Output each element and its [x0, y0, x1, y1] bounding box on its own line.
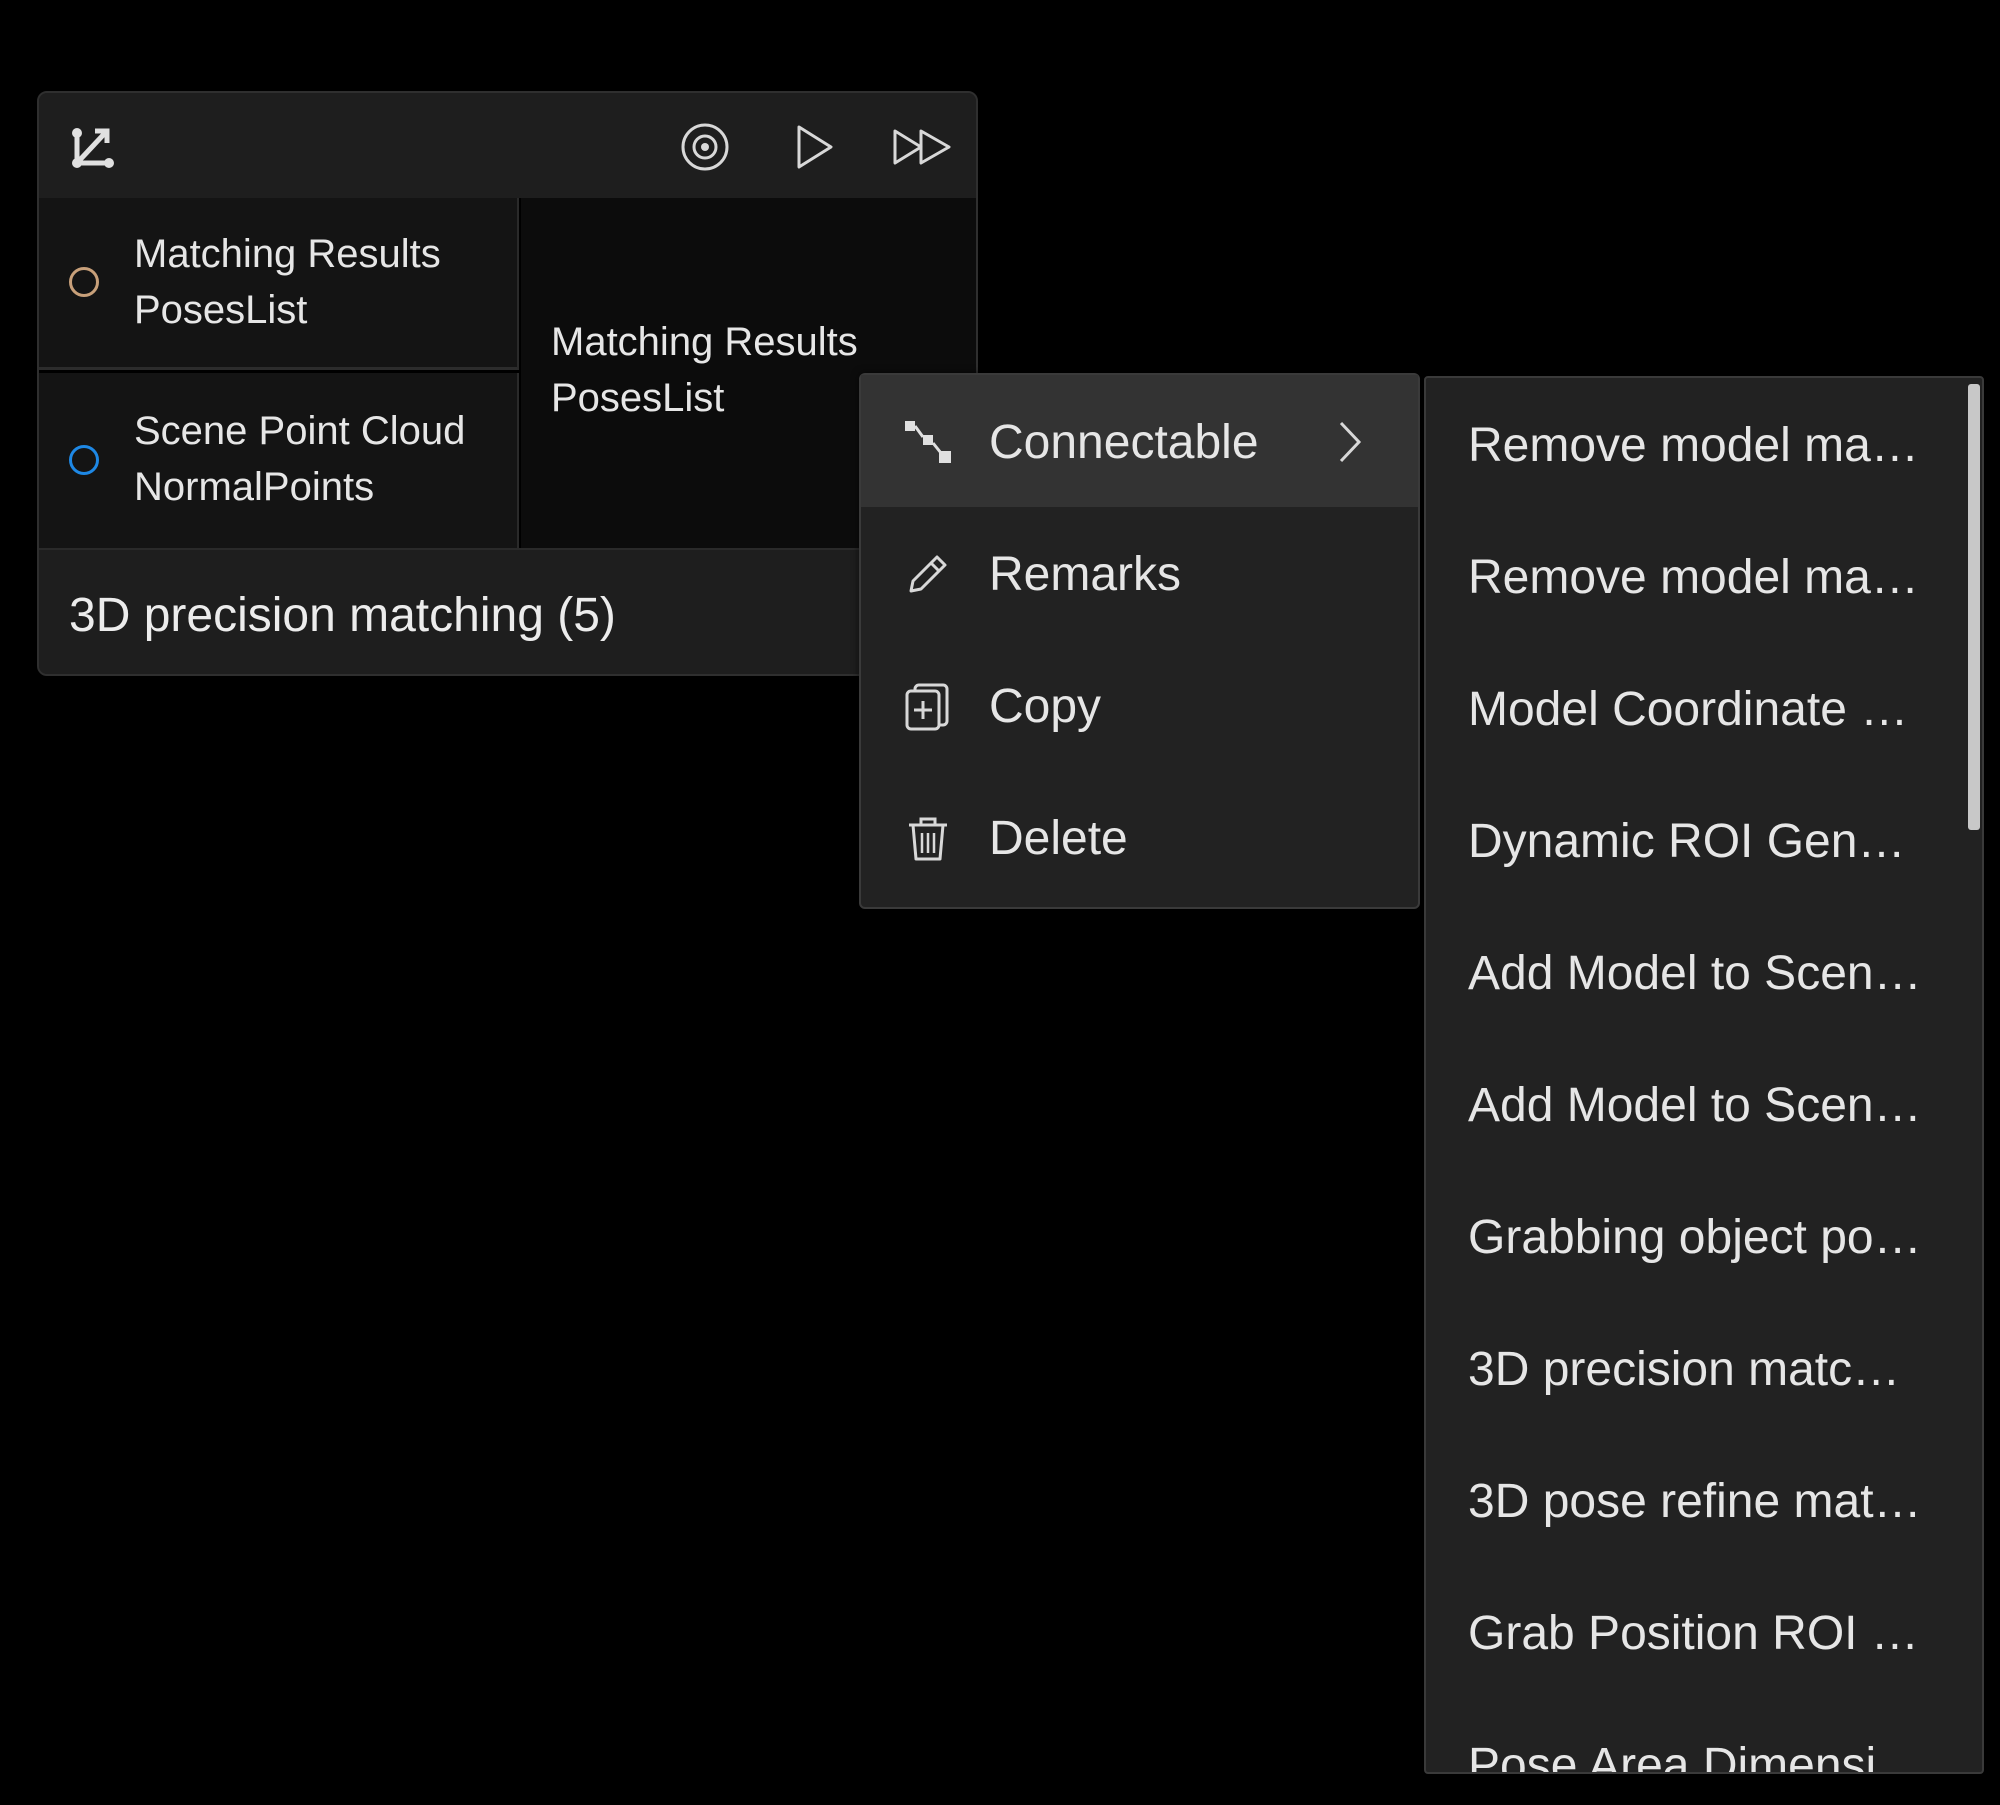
submenu-item-label: Remove model matching … — [1468, 551, 1928, 604]
node-header — [39, 93, 976, 200]
input-port-connector[interactable] — [69, 445, 99, 475]
submenu-item-label: Grab Position ROI … — [1468, 1607, 1919, 1660]
node-footer: 3D precision matching (5) — [39, 548, 976, 674]
submenu-scrollbar[interactable] — [1968, 384, 1980, 830]
menu-item-label: Connectable — [989, 416, 1259, 469]
flow-node-card[interactable]: Matching Results PosesList Scene Point C… — [37, 91, 978, 676]
submenu-item[interactable]: Pose Area Dimension … — [1426, 1698, 1966, 1774]
submenu-item-label: 3D pose refine matching … — [1468, 1475, 1928, 1528]
trash-icon — [903, 813, 953, 863]
fast-forward-icon[interactable] — [891, 121, 955, 173]
submenu-item[interactable]: Dynamic ROI Gen… — [1426, 774, 1966, 906]
input-port-label: Matching Results PosesList — [134, 232, 441, 332]
submenu-item-label: Pose Area Dimension … — [1468, 1739, 1928, 1774]
menu-item-connectable[interactable]: Connectable — [861, 375, 1418, 507]
play-icon[interactable] — [787, 121, 839, 173]
submenu-item[interactable]: Remove model matching … — [1426, 510, 1966, 642]
submenu-item[interactable]: 3D pose refine matching … — [1426, 1434, 1966, 1566]
submenu-item-label: 3D precision matc… — [1468, 1343, 1901, 1396]
node-title: 3D precision matching (5) — [69, 589, 616, 642]
submenu-item-label: Add Model to Scene … — [1468, 947, 1928, 1000]
submenu-item[interactable]: Grabbing object pose … — [1426, 1170, 1966, 1302]
input-port-connector[interactable] — [69, 267, 99, 297]
menu-item-label: Delete — [989, 812, 1128, 865]
input-port-label: Scene Point Cloud NormalPoints — [134, 409, 466, 509]
menu-item-label: Remarks — [989, 548, 1182, 601]
submenu-item[interactable]: Model Coordinate … — [1426, 642, 1966, 774]
target-icon[interactable] — [679, 121, 731, 173]
context-menu: Connectable Remarks Copy Delete — [859, 373, 1420, 909]
menu-item-remarks[interactable]: Remarks — [861, 507, 1418, 639]
submenu-item[interactable]: Add Model to Scene … — [1426, 906, 1966, 1038]
submenu-item[interactable]: Remove model matching … — [1426, 378, 1966, 510]
chevron-right-icon — [1329, 417, 1369, 467]
output-port-label: Matching Results PosesList — [551, 320, 858, 420]
submenu-item[interactable]: Add Model to Scene … — [1426, 1038, 1966, 1170]
submenu-item[interactable]: Grab Position ROI … — [1426, 1566, 1966, 1698]
pencil-icon — [903, 549, 953, 599]
node-body: Matching Results PosesList Scene Point C… — [39, 198, 976, 548]
connect-nodes-icon — [903, 417, 953, 467]
submenu-item-label: Dynamic ROI Gen… — [1468, 815, 1906, 868]
submenu-item-label: Model Coordinate … — [1468, 683, 1909, 736]
copy-icon — [903, 681, 953, 731]
submenu-item-label: Add Model to Scene … — [1468, 1079, 1928, 1132]
flow-branch-icon[interactable] — [67, 121, 119, 173]
menu-item-delete[interactable]: Delete — [861, 771, 1418, 903]
input-port-row: Matching Results PosesList — [39, 198, 519, 370]
menu-item-copy[interactable]: Copy — [861, 639, 1418, 771]
submenu-item-label: Grabbing object pose … — [1468, 1211, 1928, 1264]
input-port-row: Scene Point Cloud NormalPoints — [39, 373, 519, 548]
menu-item-label: Copy — [989, 680, 1102, 733]
connectable-submenu: Remove model matching … Remove model mat… — [1424, 376, 1984, 1774]
submenu-item-label: Remove model matching … — [1468, 419, 1928, 472]
submenu-item[interactable]: 3D precision matc… — [1426, 1302, 1966, 1434]
